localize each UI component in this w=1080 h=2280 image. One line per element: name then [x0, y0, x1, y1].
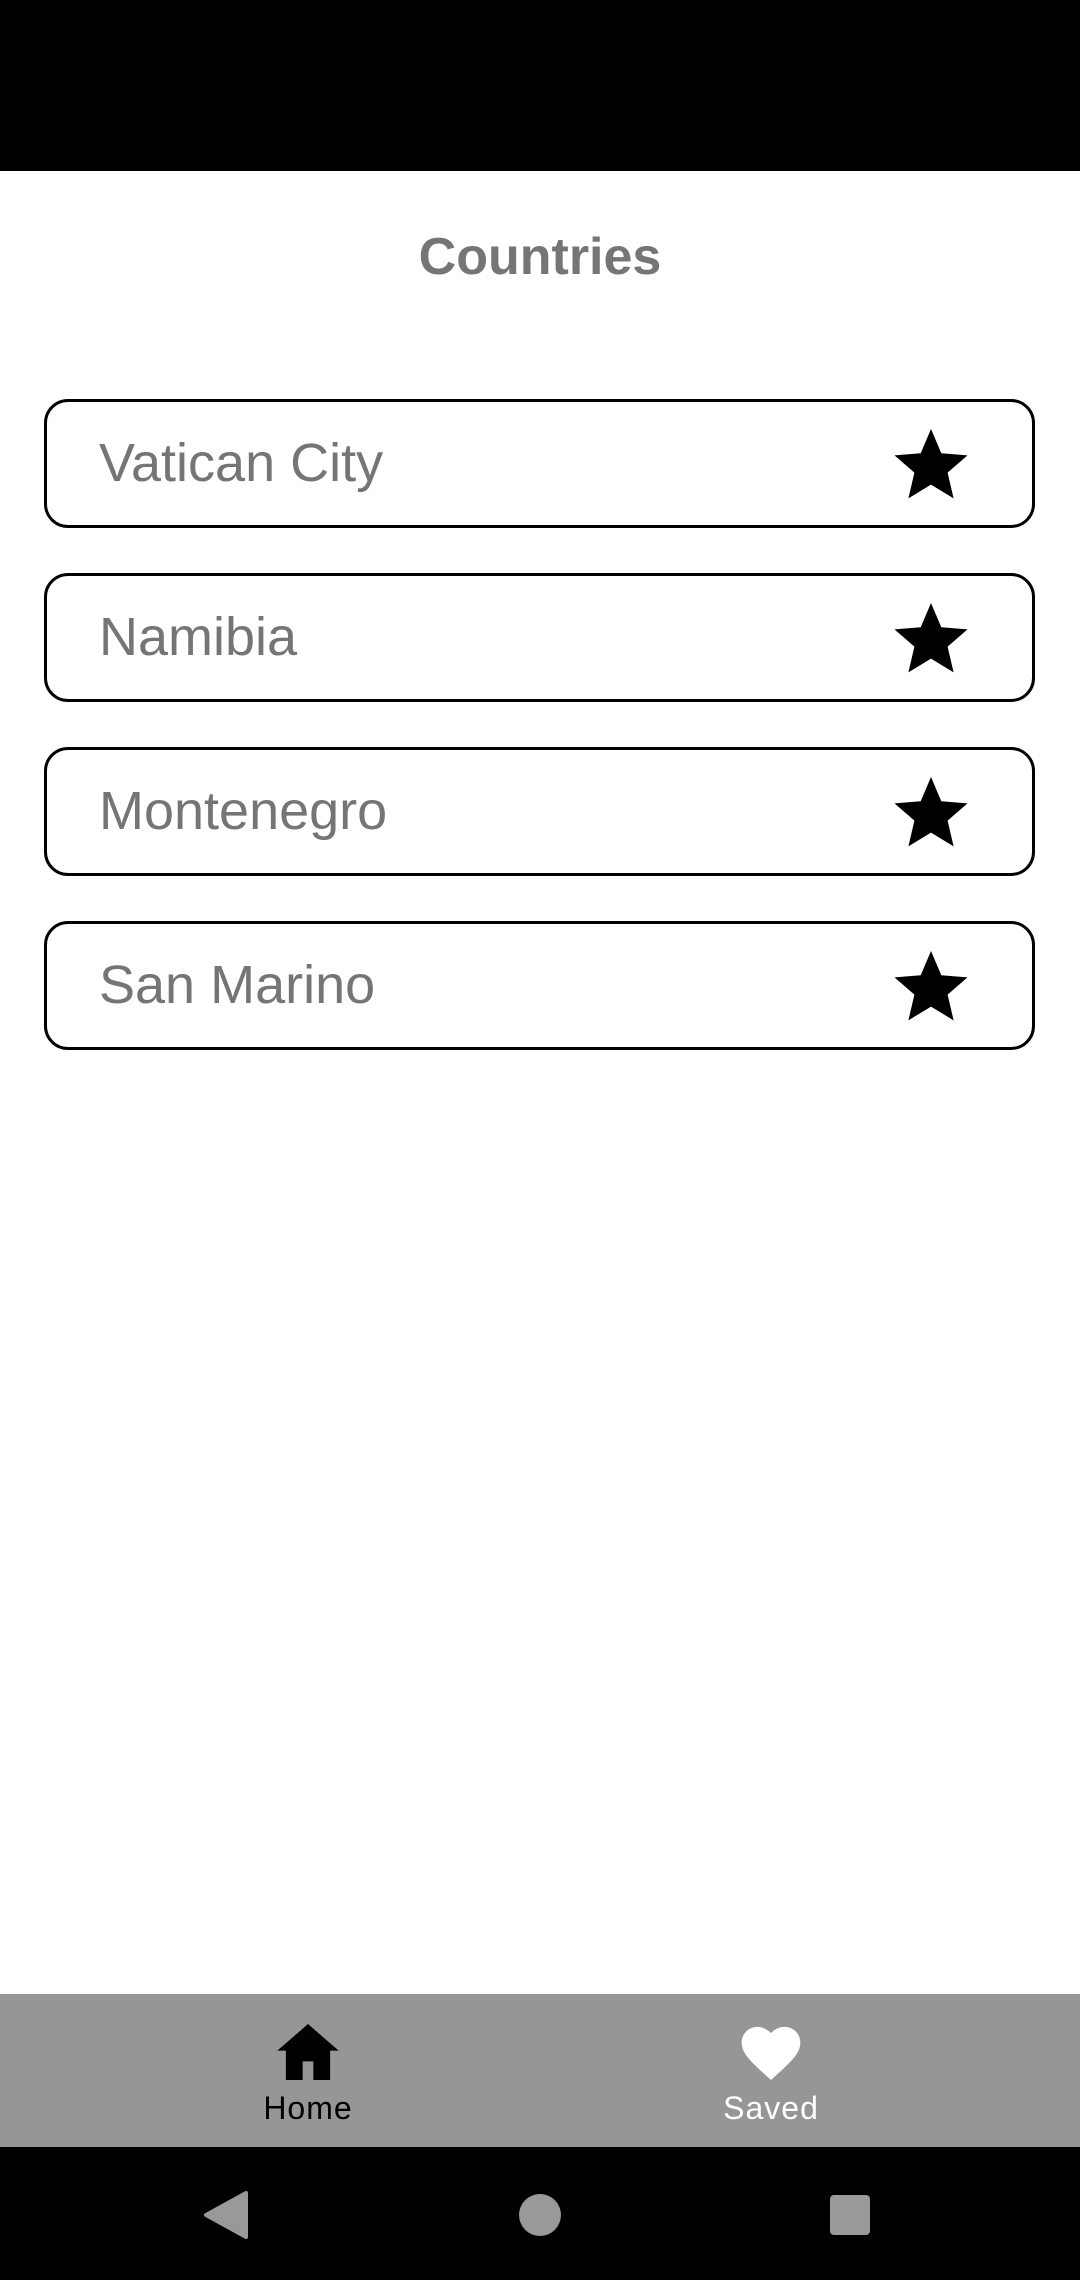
country-item-vatican-city[interactable]: Vatican City: [44, 399, 1035, 528]
home-icon: [276, 2022, 340, 2082]
country-name: San Marino: [99, 955, 376, 1015]
nav-saved-label: Saved: [723, 2090, 819, 2126]
phone-screen: Countries Vatican City Namibia Montenegr…: [0, 0, 1080, 2280]
recents-square-icon[interactable]: [810, 2175, 890, 2255]
star-icon[interactable]: [890, 946, 972, 1026]
back-triangle-icon[interactable]: [186, 2175, 266, 2255]
heart-icon: [739, 2022, 803, 2082]
country-name: Namibia: [99, 607, 298, 667]
bottom-nav: Home Saved: [0, 1994, 1080, 2147]
home-circle-icon[interactable]: [500, 2175, 580, 2255]
status-bar: [0, 0, 1080, 171]
page-title: Countries: [418, 228, 662, 286]
nav-saved-button[interactable]: Saved: [671, 1994, 871, 2147]
nav-home-button[interactable]: Home: [208, 1994, 408, 2147]
system-nav-bar: [0, 2147, 1080, 2280]
main-content: Countries Vatican City Namibia Montenegr…: [0, 171, 1080, 1994]
star-icon[interactable]: [890, 424, 972, 504]
star-icon[interactable]: [890, 598, 972, 678]
country-name: Vatican City: [99, 433, 384, 493]
country-item-san-marino[interactable]: San Marino: [44, 921, 1035, 1050]
country-name: Montenegro: [99, 781, 388, 841]
country-item-namibia[interactable]: Namibia: [44, 573, 1035, 702]
star-icon[interactable]: [890, 772, 972, 852]
country-item-montenegro[interactable]: Montenegro: [44, 747, 1035, 876]
country-list: Vatican City Namibia Montenegro San Mari…: [44, 399, 1035, 1095]
nav-home-label: Home: [263, 2090, 353, 2126]
